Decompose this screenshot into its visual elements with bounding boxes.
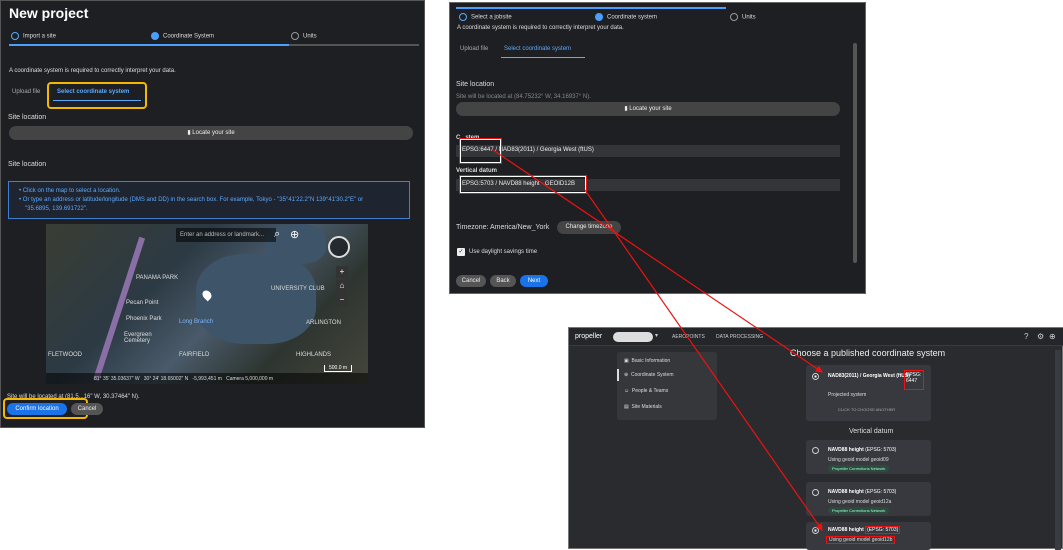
annotation-arrows [492, 149, 823, 531]
arrow-vertical [584, 189, 823, 531]
arrow-horizontal [492, 149, 823, 373]
